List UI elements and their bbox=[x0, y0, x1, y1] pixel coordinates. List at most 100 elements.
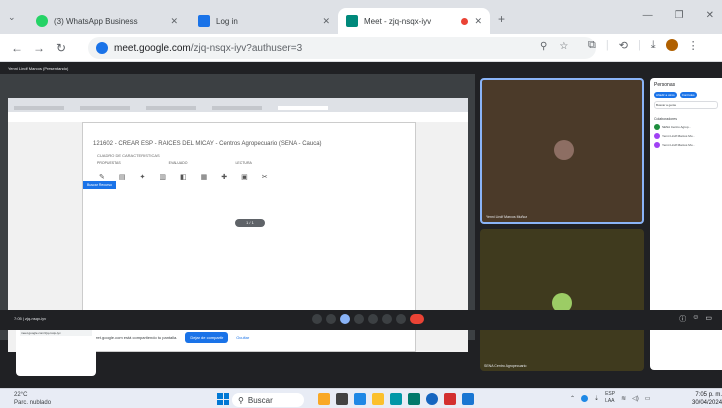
captions-icon[interactable] bbox=[340, 314, 350, 324]
maximize-icon[interactable]: ❐ bbox=[675, 10, 684, 21]
divider: | bbox=[605, 39, 609, 51]
close-icon[interactable]: ✕ bbox=[474, 16, 482, 27]
chrome-icon[interactable] bbox=[426, 393, 438, 405]
participant-tile-1[interactable]: Yenni Lindf Marcos Muñoz bbox=[480, 78, 644, 224]
participant-label: SENA Centro Agrop... bbox=[662, 125, 692, 129]
menu-icon[interactable]: ⋮ bbox=[688, 39, 699, 52]
participant-item[interactable]: Yenni Lindf Marcos Mu... bbox=[654, 142, 718, 148]
people-icon[interactable]: ☺ bbox=[692, 314, 699, 324]
edge-icon[interactable] bbox=[390, 393, 402, 405]
leave-call-button[interactable] bbox=[410, 314, 424, 324]
url-path: /zjq-nsqx-iyv?authuser=3 bbox=[190, 42, 303, 54]
weather-desc: Parc. nublado bbox=[14, 400, 52, 406]
doc-tool-icon: ✎ bbox=[99, 174, 105, 181]
participant-name: SENA Centro Agropecuario bbox=[484, 364, 527, 368]
windows-start-icon[interactable] bbox=[217, 393, 229, 405]
participant-name: Yenni Lindf Marcos Muñoz bbox=[486, 215, 528, 219]
volume-icon[interactable]: ◁) bbox=[632, 395, 639, 402]
shared-tab bbox=[146, 106, 196, 110]
clock-date: 30/04/2024 bbox=[692, 400, 722, 406]
participant-tile-2[interactable]: SENA Centro Agropecuario bbox=[480, 229, 644, 371]
battery-icon[interactable]: ▭ bbox=[645, 395, 651, 402]
presenter-label: Yenni Lindf Marcos (Presentando) bbox=[8, 66, 69, 71]
forward-icon[interactable]: → bbox=[28, 41, 50, 55]
control-buttons bbox=[312, 314, 424, 324]
presentation-tile: 121602 - CREAR ESP - RAICES DEL MICAY - … bbox=[0, 74, 475, 376]
site-info-icon[interactable] bbox=[96, 42, 108, 54]
bookmark-star-icon[interactable]: ☆ bbox=[559, 41, 568, 52]
tab-search-chevron-icon[interactable]: ⌄ bbox=[8, 12, 16, 23]
reaction-icon[interactable] bbox=[354, 314, 364, 324]
people-title: Personas bbox=[654, 82, 676, 88]
doc-hint: Buscar Recurso bbox=[83, 181, 116, 189]
recording-icon bbox=[461, 17, 469, 25]
wifi-icon[interactable]: ≋ bbox=[621, 395, 626, 402]
search-label: Buscar bbox=[247, 395, 273, 405]
zoom-icon[interactable]: ⚲ bbox=[540, 41, 547, 52]
usb-icon[interactable]: ⇣ bbox=[594, 395, 599, 402]
google-icon bbox=[198, 15, 210, 27]
doc-columns: PROPUESTAS EVALUADO LECTURA bbox=[97, 161, 252, 165]
back-icon[interactable]: ← bbox=[6, 41, 28, 55]
taskbar-search[interactable]: ⚲ Buscar bbox=[232, 393, 304, 407]
popup-link: meet.google.com/zjq-nsqx-iyv bbox=[20, 330, 92, 336]
file-explorer-icon[interactable] bbox=[372, 393, 384, 405]
widgets-icon[interactable] bbox=[318, 393, 330, 405]
more-options-icon[interactable] bbox=[396, 314, 406, 324]
extensions-icon[interactable]: ⧉ bbox=[588, 39, 596, 52]
share-notice-bar: meet.google.com está compartiendo tu pan… bbox=[92, 332, 249, 343]
taskbar-clock[interactable]: 7:05 p. m. 30/04/2024 bbox=[692, 391, 722, 407]
close-window-icon[interactable]: ✕ bbox=[706, 10, 714, 21]
close-icon[interactable]: ✕ bbox=[170, 16, 178, 27]
download-icon[interactable]: ⤓ bbox=[651, 39, 656, 52]
tab-strip: ⌄ (3) WhatsApp Business ✕ Log in ✕ Meet … bbox=[0, 0, 722, 34]
tab-label: Log in bbox=[216, 16, 238, 26]
tray-chevron-icon[interactable]: ⌃ bbox=[570, 395, 575, 402]
store-icon[interactable] bbox=[408, 393, 420, 405]
tab-login[interactable]: Log in ✕ bbox=[190, 8, 338, 34]
clock-time: 7:05 p. m. bbox=[695, 392, 722, 398]
address-bar[interactable]: meet.google.com /zjq-nsqx-iyv?authuser=3 bbox=[88, 37, 596, 59]
toolbar-right: ⧉ | ⟲ | ⤓ ⋮ bbox=[588, 39, 718, 52]
doc-tool-icon: ▤ bbox=[118, 174, 126, 181]
people-section-title: Colaboradores bbox=[654, 117, 677, 121]
minimize-icon[interactable]: — bbox=[643, 10, 653, 21]
participant-item[interactable]: SENA Centro Agrop... bbox=[654, 124, 718, 130]
profile-avatar[interactable] bbox=[665, 39, 678, 51]
reload-icon[interactable]: ↻ bbox=[50, 41, 72, 55]
info-icon[interactable]: ⓘ bbox=[679, 314, 686, 324]
tab-whatsapp[interactable]: (3) WhatsApp Business ✕ bbox=[28, 8, 186, 34]
page-pill: 1 / 1 bbox=[235, 219, 265, 227]
doc-col: LECTURA bbox=[235, 161, 252, 165]
host-controls-button[interactable]: Controles bbox=[679, 92, 697, 98]
chat-icon[interactable]: ▭ bbox=[705, 314, 712, 324]
mic-icon[interactable] bbox=[312, 314, 322, 324]
teams-icon[interactable] bbox=[462, 393, 474, 405]
chat-app-icon[interactable] bbox=[354, 393, 366, 405]
camera-icon[interactable] bbox=[326, 314, 336, 324]
tab-meet[interactable]: Meet - zjq-nsqx-iyv ✕ bbox=[338, 8, 490, 34]
avatar bbox=[654, 133, 660, 139]
people-search-input[interactable]: Buscar a gente bbox=[654, 101, 718, 109]
participant-item[interactable]: Yenni Lindf Marcos Mu... bbox=[654, 133, 718, 139]
doc-tool-icon: ✂ bbox=[261, 174, 268, 181]
doc-subtitle: CUADRO DE CARACTERISTICAS bbox=[97, 153, 160, 158]
close-icon[interactable]: ✕ bbox=[322, 16, 330, 27]
raise-hand-icon[interactable] bbox=[382, 314, 392, 324]
shared-address-bar bbox=[8, 112, 468, 122]
meet-icon bbox=[346, 15, 358, 27]
new-tab-button[interactable]: + bbox=[498, 12, 505, 26]
history-icon[interactable]: ⟲ bbox=[619, 39, 628, 52]
weather-widget[interactable]: 22°C Parc. nublado bbox=[14, 391, 51, 407]
language-indicator[interactable]: ESP LAA bbox=[605, 391, 615, 405]
tab-label: Meet - zjq-nsqx-iyv bbox=[364, 16, 432, 26]
tab-label: (3) WhatsApp Business bbox=[54, 16, 138, 26]
doc-title: 121602 - CREAR ESP - RAICES DEL MICAY - … bbox=[93, 141, 322, 147]
participant-avatar bbox=[554, 140, 574, 160]
office-icon[interactable] bbox=[444, 393, 456, 405]
task-view-icon[interactable] bbox=[336, 393, 348, 405]
shared-tabs bbox=[14, 106, 328, 110]
tray-app-icon[interactable] bbox=[581, 394, 589, 402]
add-people-button[interactable]: Añadir a otros bbox=[654, 92, 677, 98]
present-icon[interactable] bbox=[368, 314, 378, 324]
